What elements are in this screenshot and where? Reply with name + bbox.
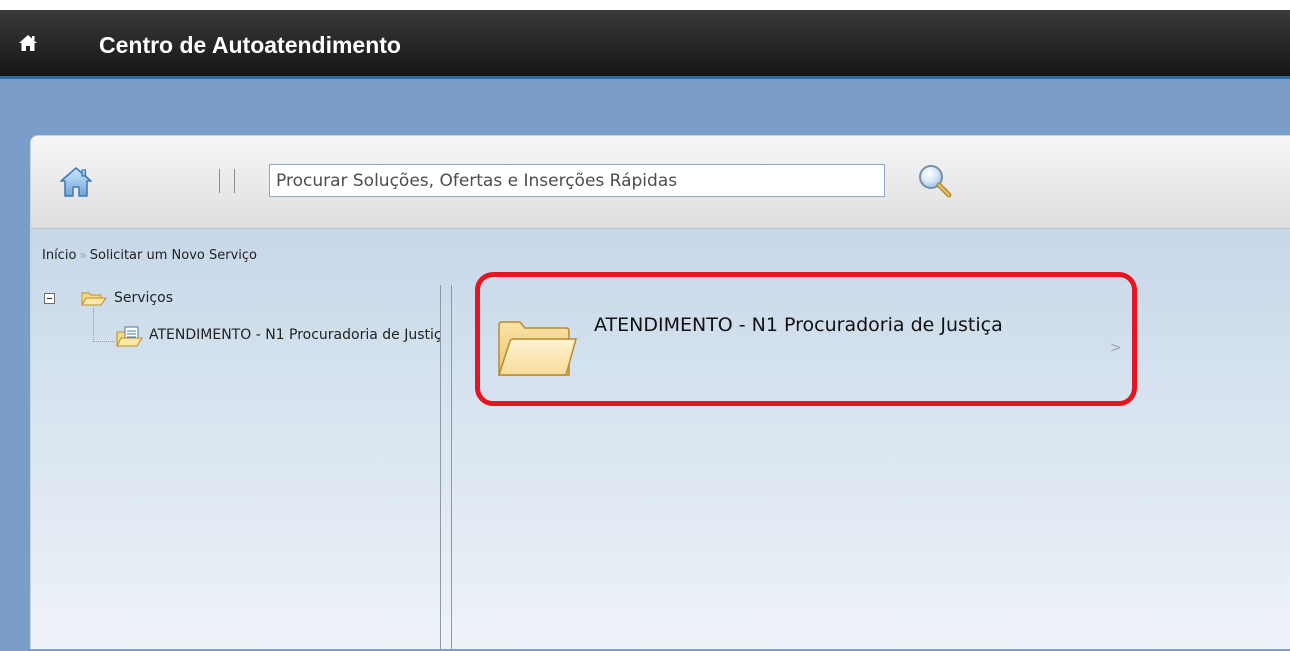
chevron-right-icon: > xyxy=(1110,340,1122,356)
title-bar: Centro de Autoatendimento xyxy=(0,10,1290,76)
search-input[interactable] xyxy=(269,164,885,197)
breadcrumb-home[interactable]: Início xyxy=(42,248,76,263)
breadcrumb-current: Solicitar um Novo Serviço xyxy=(89,248,257,263)
toolbar-separator xyxy=(219,169,220,193)
splitter[interactable] xyxy=(440,285,441,649)
splitter[interactable] xyxy=(451,285,452,649)
breadcrumb: Início» Solicitar um Novo Serviço xyxy=(42,248,257,263)
folder-icon xyxy=(496,317,578,385)
catalog-item-atendimento[interactable]: ATENDIMENTO - N1 Procuradoria de Justiça… xyxy=(490,295,1130,391)
tree-connector xyxy=(93,308,94,342)
home-icon[interactable] xyxy=(59,166,93,202)
tree-item-atendimento[interactable]: ATENDIMENTO - N1 Procuradoria de Justiça xyxy=(149,327,441,343)
app-title: Centro de Autoatendimento xyxy=(99,32,401,58)
open-folder-icon xyxy=(81,291,107,311)
document-folder-icon xyxy=(115,326,145,352)
breadcrumb-separator: » xyxy=(79,248,87,262)
toolbar xyxy=(31,136,1290,229)
magnifier-icon[interactable] xyxy=(917,163,953,203)
catalog-item-label: ATENDIMENTO - N1 Procuradoria de Justiça xyxy=(594,314,1003,336)
toolbar-separator xyxy=(234,169,235,193)
main-panel: Início»Solicitar um Novo Serviço Serviço… xyxy=(30,135,1290,649)
home-icon[interactable] xyxy=(18,34,38,56)
tree-connector xyxy=(93,341,115,342)
content-area xyxy=(31,229,1290,649)
collapse-toggle[interactable] xyxy=(44,293,55,304)
tree-item-servicos[interactable]: Serviços xyxy=(114,290,173,306)
